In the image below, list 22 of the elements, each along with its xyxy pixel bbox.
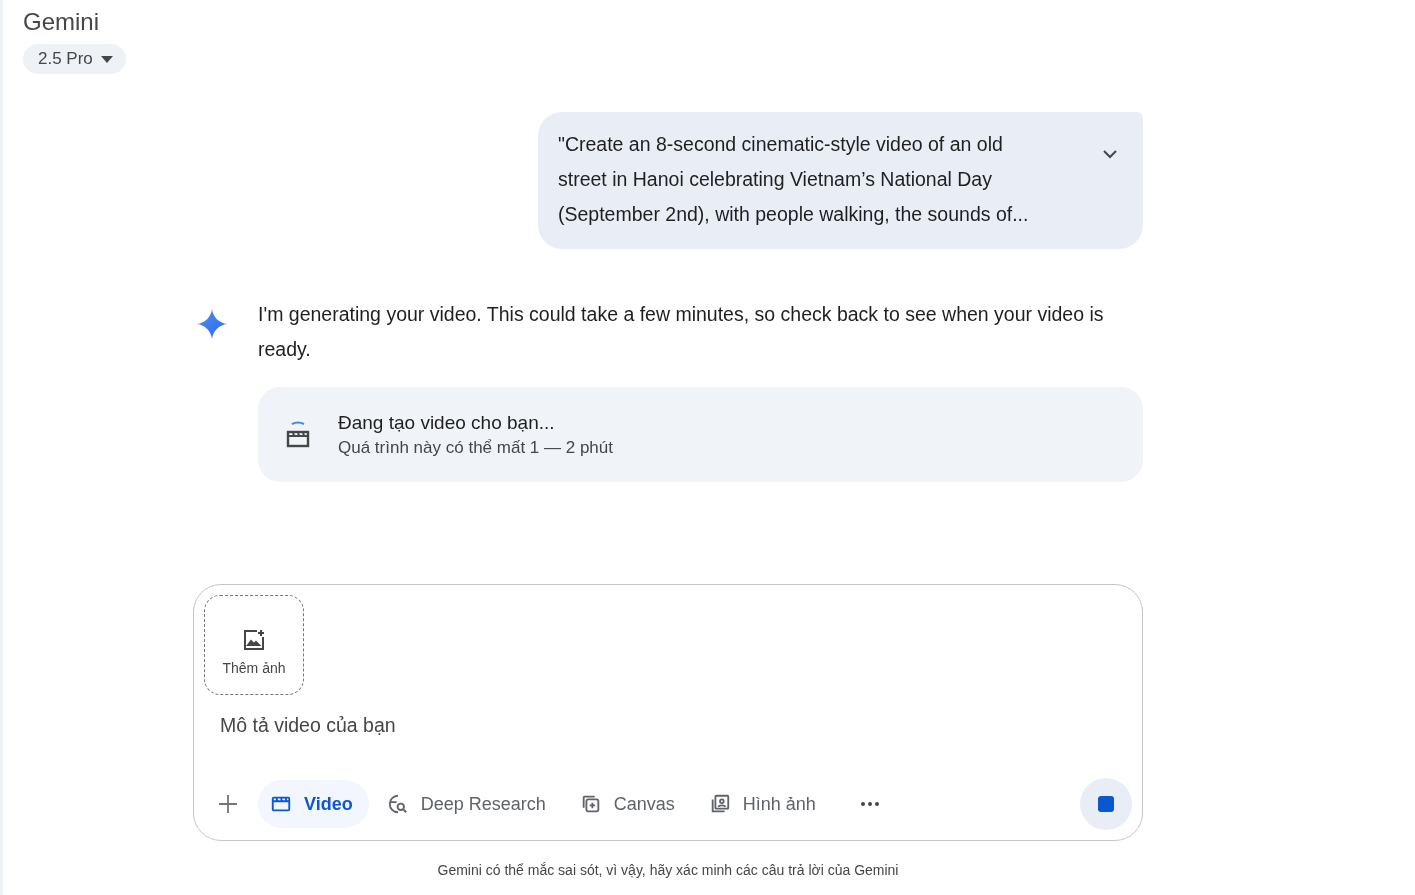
disclaimer-text: Gemini có thể mắc sai sót, vì vậy, hãy xác minh các câu trả lời của Gemini bbox=[436, 862, 900, 878]
more-icon bbox=[860, 802, 879, 806]
status-subtitle: Quá trình này có thể mất 1 — 2 phút bbox=[338, 437, 613, 458]
clapperboard-icon bbox=[286, 419, 310, 450]
tool-chip[interactable]: Hình ảnh bbox=[696, 780, 832, 828]
status-title: Đang tạo video cho bạn... bbox=[338, 411, 556, 434]
stop-button[interactable] bbox=[1080, 778, 1132, 830]
response-text: I'm generating your video. This could take a few minutes, so check back to see when your video is ready. bbox=[258, 302, 1105, 362]
tool-chip[interactable]: Deep Research bbox=[374, 780, 562, 828]
plus-icon bbox=[218, 794, 238, 814]
app-title: Gemini bbox=[23, 8, 101, 37]
tool-chip[interactable]: Video bbox=[258, 780, 369, 828]
stop-icon bbox=[1098, 796, 1114, 812]
dropdown-caret-icon bbox=[100, 55, 113, 63]
sparkle-icon bbox=[197, 309, 227, 339]
tool-chip[interactable]: Canvas bbox=[567, 780, 691, 828]
model-selector[interactable]: 2.5 Pro bbox=[23, 44, 126, 74]
chevron-down-icon bbox=[1103, 149, 1117, 159]
globe-search-icon bbox=[386, 793, 409, 815]
user-prompt-text: "Create an 8-second cinematic-style video of an old street in Hanoi celebrating Vietnam’s National Day (September 2nd), with people walking, the sounds of... bbox=[558, 132, 1030, 227]
add-image-button[interactable]: Thêm ảnh bbox=[204, 595, 304, 695]
add-image-icon bbox=[242, 627, 266, 652]
